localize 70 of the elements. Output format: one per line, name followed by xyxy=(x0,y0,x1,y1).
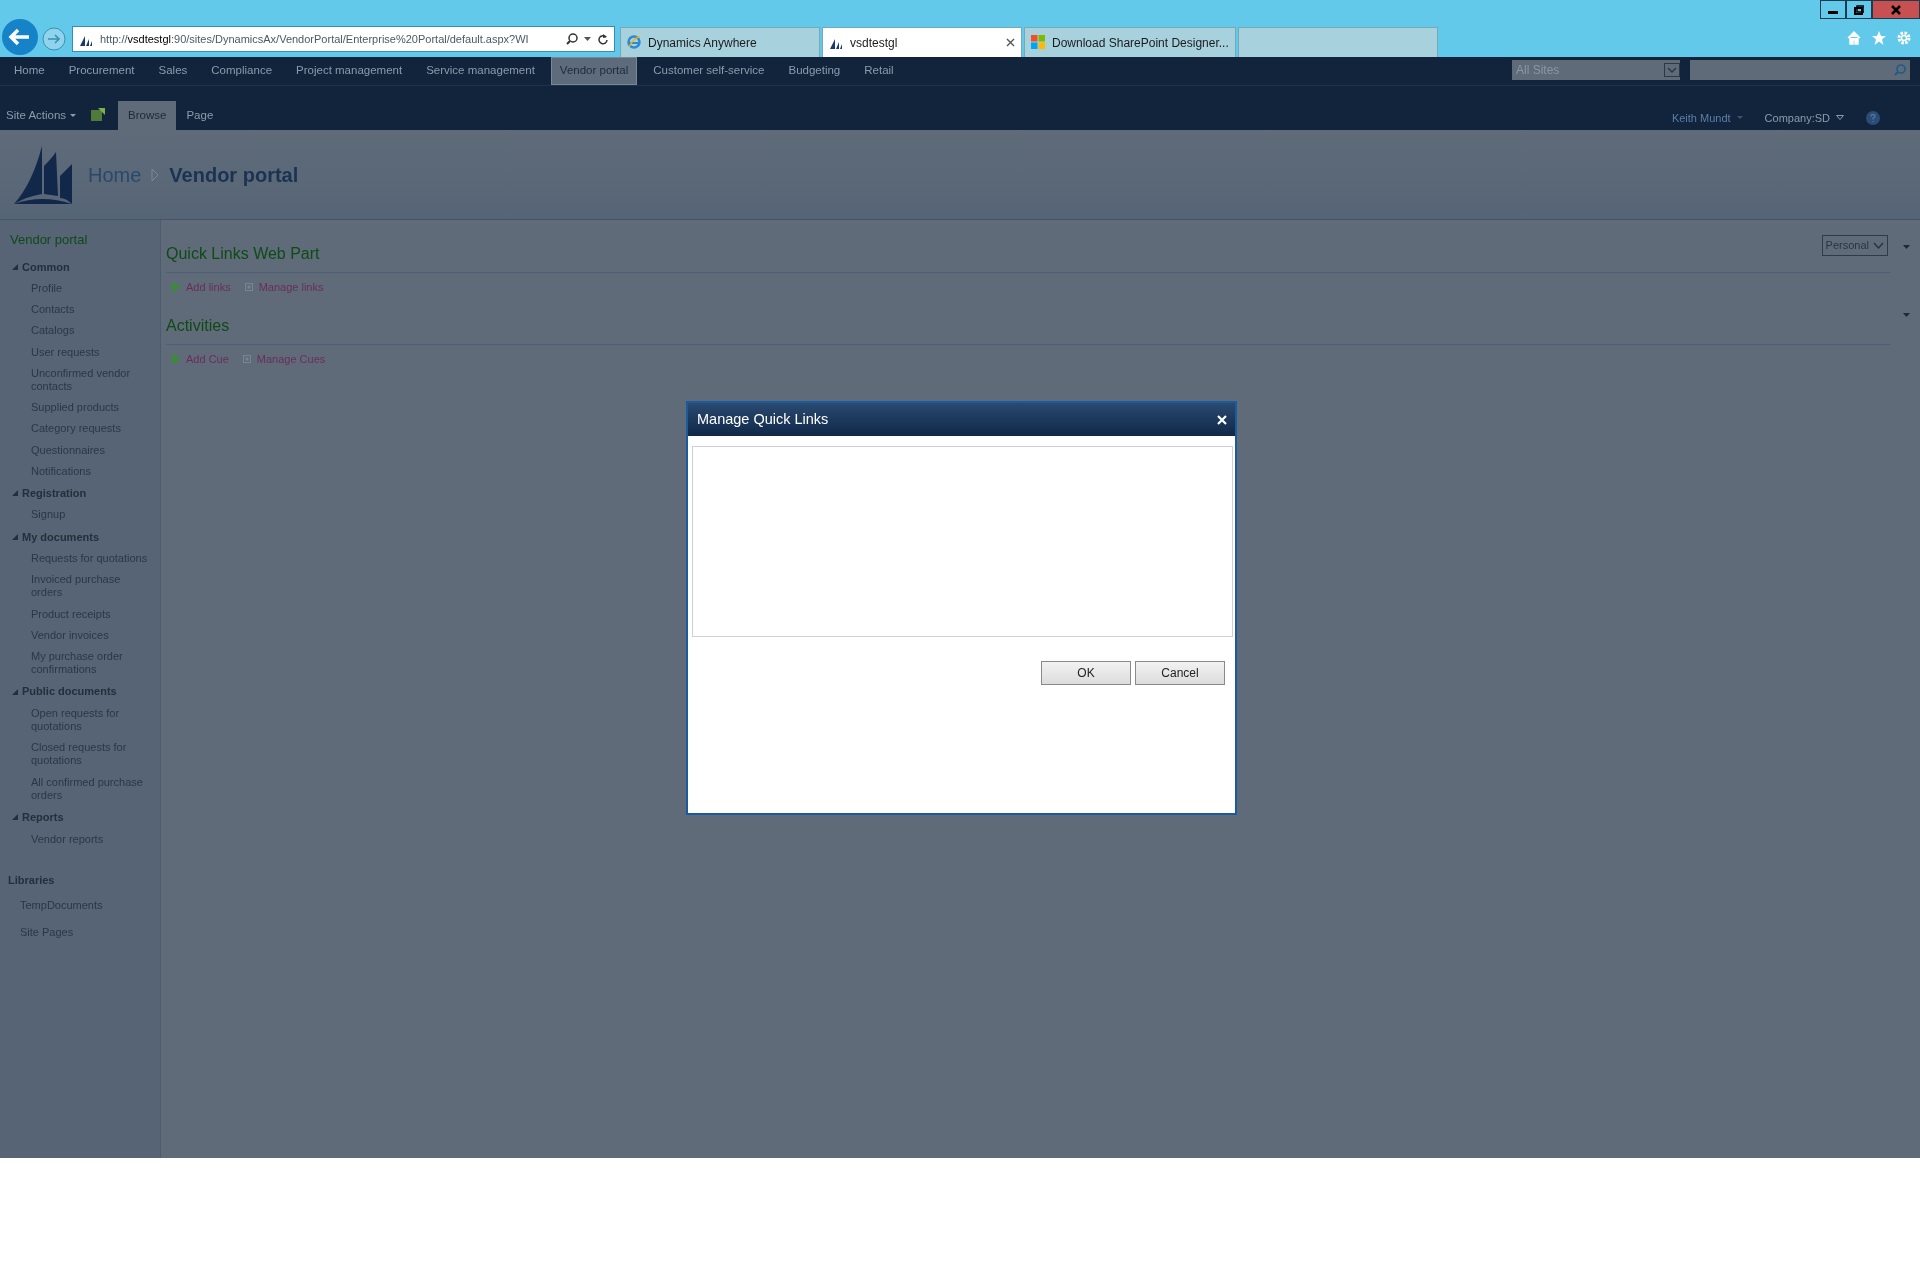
browser-logo-icon xyxy=(627,35,642,50)
nav-tab[interactable]: Customer self-service xyxy=(645,58,773,84)
nav-group[interactable]: Common xyxy=(0,255,160,278)
company-menu[interactable]: Company:SD xyxy=(1764,109,1844,126)
action-link[interactable]: Manage links xyxy=(244,279,324,296)
dialog-button[interactable]: Cancel xyxy=(1135,661,1225,685)
nav-tab[interactable]: Compliance xyxy=(203,58,281,84)
action-link[interactable]: Add links xyxy=(170,279,231,296)
close-icon xyxy=(1891,4,1901,15)
action-link[interactable]: Add Cue xyxy=(170,350,229,367)
expanded-icon xyxy=(12,263,18,270)
page-title: Vendor portal xyxy=(169,162,299,188)
nav-group[interactable]: Public documents xyxy=(0,680,160,703)
address-bar[interactable]: http://vsdtestgl:90/sites/DynamicsAx/VendorPortal/Enterprise%20Portal/default.aspx?WI xyxy=(72,26,615,52)
list-icon xyxy=(242,354,251,363)
nav-group[interactable]: My documents xyxy=(0,525,160,549)
add-icon xyxy=(170,353,180,364)
dialog-title: Manage Quick Links xyxy=(697,409,829,429)
refresh-icon[interactable] xyxy=(597,33,608,45)
nav-tab[interactable]: Retail xyxy=(856,58,902,84)
caret-icon xyxy=(1873,241,1884,249)
forward-button[interactable] xyxy=(42,27,66,51)
browser-tab[interactable]: Download SharePoint Designer... xyxy=(1024,27,1236,57)
expanded-icon xyxy=(12,490,18,497)
caret-icon xyxy=(1836,115,1844,121)
ribbon-tab[interactable]: Browse xyxy=(118,100,177,130)
caret-icon[interactable] xyxy=(584,37,591,41)
nav-heading-link[interactable]: Vendor portal xyxy=(0,230,160,256)
close-button[interactable] xyxy=(1872,0,1920,19)
nav-group[interactable]: Registration xyxy=(0,481,160,505)
caret-icon xyxy=(70,113,77,117)
minimize-icon xyxy=(1828,11,1838,14)
search-icon xyxy=(1894,64,1906,76)
nav-tab[interactable]: Procurement xyxy=(60,58,143,84)
restore-icon xyxy=(1854,4,1864,15)
restore-button[interactable] xyxy=(1846,0,1872,19)
ribbon-tab[interactable]: Page xyxy=(176,100,224,130)
minimize-button[interactable] xyxy=(1820,0,1846,19)
windows-logo-icon xyxy=(1031,35,1046,50)
browser-tab[interactable]: Dynamics Anywhere xyxy=(620,27,820,57)
nav-group[interactable]: Reports xyxy=(0,806,160,829)
back-button[interactable] xyxy=(1,18,39,56)
edit-page-icon[interactable] xyxy=(90,106,107,122)
nav-tab[interactable]: Home xyxy=(6,58,53,84)
close-icon[interactable] xyxy=(1006,38,1015,47)
expanded-icon xyxy=(12,533,18,540)
nav-section-heading[interactable]: Libraries xyxy=(0,849,160,893)
caret-icon xyxy=(1736,116,1743,120)
nav-tab[interactable]: Vendor portal xyxy=(550,57,638,85)
nav-tab[interactable]: Sales xyxy=(150,58,196,84)
browser-tab[interactable]: vsdtestgl xyxy=(822,27,1022,57)
user-menu[interactable]: Keith Mundt xyxy=(1671,109,1743,126)
breadcrumb-separator-icon xyxy=(151,167,160,182)
search-icon[interactable] xyxy=(566,33,578,45)
list-icon xyxy=(244,283,253,292)
nav-tab[interactable]: Project management xyxy=(288,58,411,84)
search-field[interactable] xyxy=(1690,60,1910,80)
nav-tab[interactable]: Service management xyxy=(418,58,543,84)
menu-caret-icon[interactable] xyxy=(1903,245,1910,249)
site-actions-menu[interactable]: Site Actions xyxy=(6,106,77,130)
help-icon[interactable] xyxy=(1866,110,1880,125)
expanded-icon xyxy=(12,688,18,695)
menu-caret-icon[interactable] xyxy=(1903,313,1910,317)
dialog-button[interactable]: OK xyxy=(1041,661,1131,685)
nav-tab[interactable]: Budgeting xyxy=(780,58,849,84)
expanded-icon xyxy=(12,814,18,821)
caret-icon xyxy=(1664,63,1680,77)
action-link[interactable]: Manage Cues xyxy=(242,350,326,367)
add-icon xyxy=(170,282,180,293)
web-part-title: Activities xyxy=(166,309,1890,345)
